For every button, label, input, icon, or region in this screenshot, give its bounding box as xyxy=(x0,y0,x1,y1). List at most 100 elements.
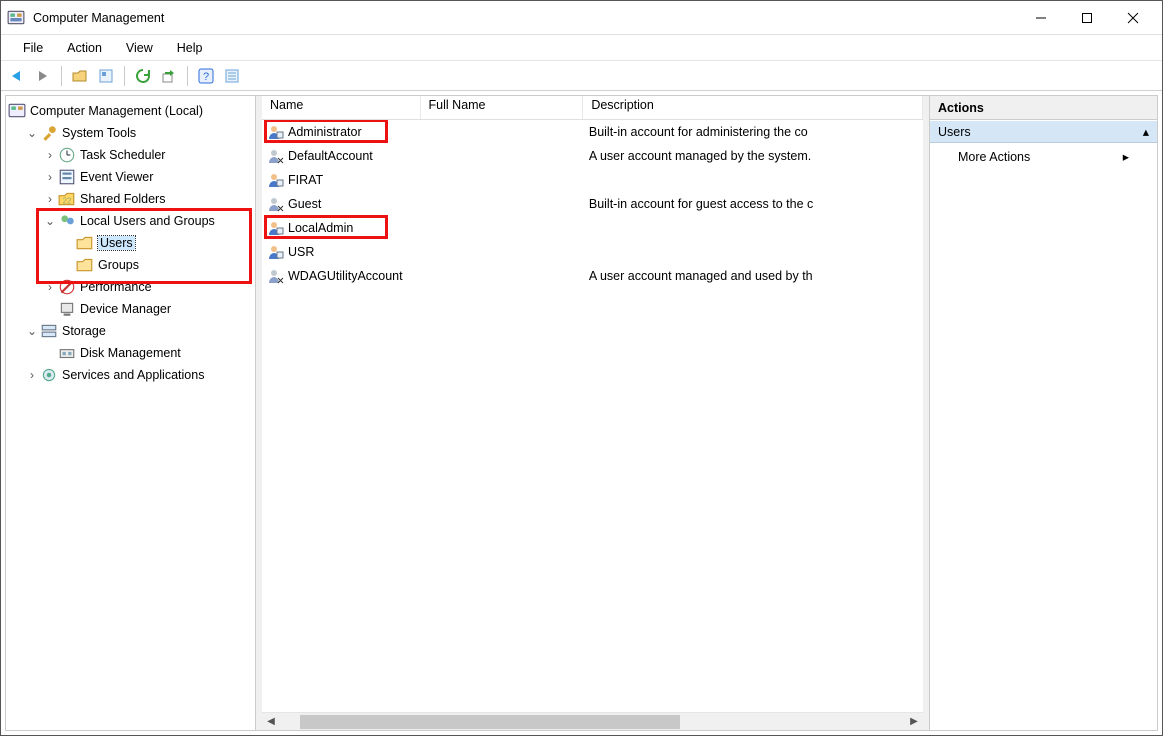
tree-pane[interactable]: Computer Management (Local) ⌄ System Tool… xyxy=(6,96,256,730)
cell-name-text: Guest xyxy=(288,197,321,211)
tree-root[interactable]: Computer Management (Local) xyxy=(6,100,255,122)
maximize-button[interactable] xyxy=(1064,3,1110,33)
refresh-icon xyxy=(135,68,151,84)
cell-name: FIRAT xyxy=(262,172,420,188)
export-icon xyxy=(161,68,177,84)
expander-open-icon[interactable]: ⌄ xyxy=(42,214,58,228)
close-button[interactable] xyxy=(1110,3,1156,33)
perf-icon xyxy=(58,278,76,296)
window-title: Computer Management xyxy=(33,11,1018,25)
column-header-name[interactable]: Name xyxy=(262,96,421,119)
scroll-left-arrow[interactable]: ◀ xyxy=(262,716,280,727)
user-disabled-icon xyxy=(268,268,284,284)
actions-pane: Actions Users ▴ More Actions ▸ xyxy=(929,96,1157,730)
cell-name-text: DefaultAccount xyxy=(288,149,373,163)
arrow-right-icon xyxy=(34,68,52,84)
tree-item-device-manager[interactable]: Device Manager xyxy=(6,298,255,320)
menu-view[interactable]: View xyxy=(114,39,165,57)
tree-item-performance[interactable]: › Performance xyxy=(6,276,255,298)
user-row-administrator[interactable]: AdministratorBuilt-in account for admini… xyxy=(262,120,923,144)
tree-item-users[interactable]: Users xyxy=(6,232,255,254)
tree-item-disk-management[interactable]: Disk Management xyxy=(6,342,255,364)
user-row-guest[interactable]: Guest Built-in account for guest access t… xyxy=(262,192,923,216)
tree-item-label: System Tools xyxy=(62,126,136,140)
toolbar-show-hide[interactable] xyxy=(94,64,118,88)
cell-description: Built-in account for guest access to the… xyxy=(583,197,923,211)
tree-item-storage[interactable]: ⌄Storage xyxy=(6,320,255,342)
expander-closed-icon[interactable]: › xyxy=(42,148,58,162)
minimize-button[interactable] xyxy=(1018,3,1064,33)
title-bar: Computer Management xyxy=(1,1,1162,35)
toolbar-nav-fwd[interactable] xyxy=(31,64,55,88)
list-header[interactable]: NameFull NameDescription xyxy=(262,96,923,120)
expander-open-icon[interactable]: ⌄ xyxy=(24,324,40,338)
svg-text:?: ? xyxy=(203,71,209,83)
svg-text:22: 22 xyxy=(63,197,72,206)
cell-description: A user account managed and used by th xyxy=(583,269,923,283)
computer-management-icon xyxy=(8,102,26,120)
toolbar: ? xyxy=(1,61,1162,91)
tree-item-label: Shared Folders xyxy=(80,192,165,206)
menu-help[interactable]: Help xyxy=(165,39,215,57)
toolbar-properties[interactable] xyxy=(220,64,244,88)
tree-item-local-users-and-groups[interactable]: ⌄Local Users and Groups xyxy=(6,210,255,232)
expander-closed-icon[interactable]: › xyxy=(42,192,58,206)
scroll-right-arrow[interactable]: ▶ xyxy=(905,716,923,727)
eventviewer-icon xyxy=(58,168,76,186)
expander-closed-icon[interactable]: › xyxy=(24,368,40,382)
usersgroup-icon xyxy=(58,212,76,230)
tree-item-shared-folders[interactable]: › 22 Shared Folders xyxy=(6,188,255,210)
toolbar-nav-back[interactable] xyxy=(5,64,29,88)
tile-blue-icon xyxy=(98,68,114,84)
arrow-left-icon xyxy=(8,68,26,84)
tree-item-groups[interactable]: Groups xyxy=(6,254,255,276)
scroll-thumb[interactable] xyxy=(300,715,680,729)
cell-name-text: LocalAdmin xyxy=(288,221,353,235)
cell-name: Administrator xyxy=(262,124,420,140)
toolbar-up[interactable] xyxy=(68,64,92,88)
cell-name: WDAGUtilityAccount xyxy=(262,268,420,284)
tree-item-task-scheduler[interactable]: › Task Scheduler xyxy=(6,144,255,166)
user-icon xyxy=(268,244,284,260)
column-header-description[interactable]: Description xyxy=(583,96,923,119)
toolbar-export[interactable] xyxy=(157,64,181,88)
user-row-usr[interactable]: USR xyxy=(262,240,923,264)
expander-closed-icon[interactable]: › xyxy=(42,170,58,184)
cell-name-text: WDAGUtilityAccount xyxy=(288,269,403,283)
tree-item-event-viewer[interactable]: › Event Viewer xyxy=(6,166,255,188)
user-row-localadmin[interactable]: LocalAdmin xyxy=(262,216,923,240)
actions-section-header[interactable]: Users ▴ xyxy=(930,120,1157,143)
user-icon xyxy=(268,124,284,140)
menu-file[interactable]: File xyxy=(11,39,55,57)
column-header-fullname[interactable]: Full Name xyxy=(421,96,584,119)
expander-closed-icon[interactable]: › xyxy=(42,280,58,294)
user-icon xyxy=(268,172,284,188)
toolbar-separator xyxy=(124,66,125,86)
list-body[interactable]: AdministratorBuilt-in account for admini… xyxy=(262,120,923,712)
user-row-firat[interactable]: FIRAT xyxy=(262,168,923,192)
folder-icon xyxy=(76,234,94,252)
tools-icon xyxy=(40,124,58,142)
tree-item-label: Event Viewer xyxy=(80,170,153,184)
tree-item-label: Performance xyxy=(80,280,152,294)
user-disabled-icon xyxy=(268,148,284,164)
menu-action[interactable]: Action xyxy=(55,39,114,57)
actions-pane-title: Actions xyxy=(930,96,1157,120)
tree-root-label: Computer Management (Local) xyxy=(30,104,203,118)
tree-item-system-tools[interactable]: ⌄ System Tools xyxy=(6,122,255,144)
clock-icon xyxy=(58,146,76,164)
expander-open-icon[interactable]: ⌄ xyxy=(24,126,40,140)
user-row-wdagutilityaccount[interactable]: WDAGUtilityAccount A user account managed… xyxy=(262,264,923,288)
actions-item-more-actions[interactable]: More Actions ▸ xyxy=(930,143,1157,170)
folder-icon xyxy=(76,256,94,274)
cell-name: Guest xyxy=(262,196,420,212)
horizontal-scrollbar[interactable]: ◀ ▶ xyxy=(262,712,923,730)
actions-item-label: More Actions xyxy=(958,150,1030,164)
tree-item-label: Task Scheduler xyxy=(80,148,165,162)
tree-item-label: Device Manager xyxy=(80,302,171,316)
user-row-defaultaccount[interactable]: DefaultAccountA user account managed by … xyxy=(262,144,923,168)
tree-item-services-and-applications[interactable]: ›Services and Applications xyxy=(6,364,255,386)
tree-item-label: Disk Management xyxy=(80,346,181,360)
toolbar-help[interactable]: ? xyxy=(194,64,218,88)
toolbar-refresh[interactable] xyxy=(131,64,155,88)
